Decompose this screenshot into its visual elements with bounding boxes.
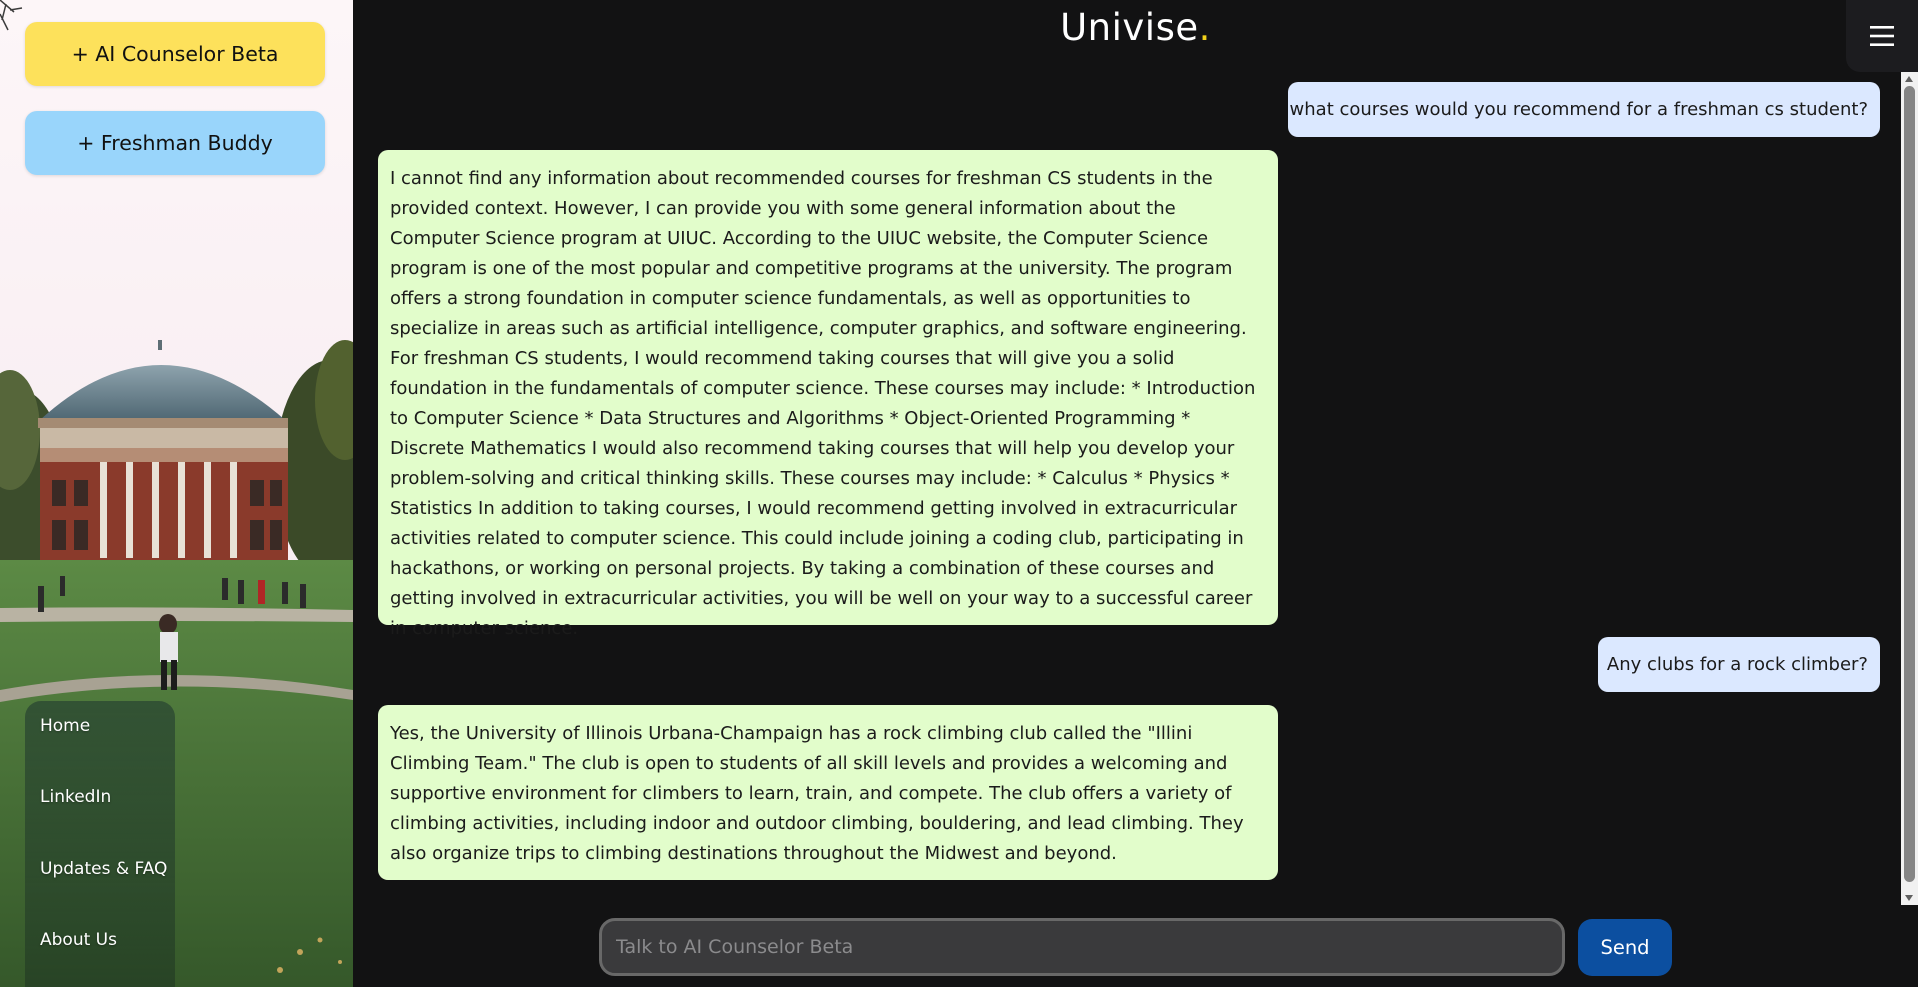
app-title-dot: . xyxy=(1198,6,1211,49)
user-message: what courses would you recommend for a f… xyxy=(1288,82,1880,137)
hamburger-menu-icon xyxy=(1870,26,1894,46)
new-ai-counselor-button[interactable]: + AI Counselor Beta xyxy=(25,22,325,86)
nav-linkedin-link[interactable]: LinkedIn xyxy=(40,787,111,807)
scroll-thumb[interactable] xyxy=(1904,86,1915,882)
chat-message-input[interactable] xyxy=(599,918,1565,976)
nav-updates-faq-link[interactable]: Updates & FAQ xyxy=(40,859,167,879)
scroll-up-arrow-icon[interactable] xyxy=(1905,76,1913,82)
chat-scrollbar[interactable] xyxy=(1901,72,1918,905)
user-message: Any clubs for a rock climber? xyxy=(1598,637,1880,692)
nav-home-link[interactable]: Home xyxy=(40,716,90,736)
sidebar: + AI Counselor Beta + Freshman Buddy Hom… xyxy=(0,0,353,987)
assistant-message: I cannot find any information about reco… xyxy=(378,150,1278,639)
nav-about-us-link[interactable]: About Us xyxy=(40,930,117,950)
app-title-text: Univise xyxy=(1060,6,1199,49)
send-button[interactable]: Send xyxy=(1578,919,1672,976)
hamburger-menu-button[interactable] xyxy=(1846,0,1918,72)
scroll-down-arrow-icon[interactable] xyxy=(1905,895,1913,901)
new-freshman-buddy-button[interactable]: + Freshman Buddy xyxy=(25,111,325,175)
chat-main-area: Univise. what courses would you recommen… xyxy=(353,0,1918,987)
assistant-message: Yes, the University of Illinois Urbana-C… xyxy=(378,705,1278,880)
app-title: Univise. xyxy=(353,6,1918,49)
